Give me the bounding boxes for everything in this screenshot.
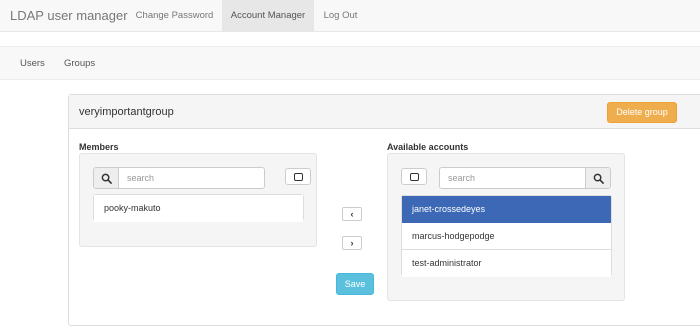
nav-account-manager[interactable]: Account Manager — [222, 0, 314, 32]
members-well: pooky-makuto — [79, 153, 317, 247]
subnav-users[interactable]: Users — [20, 47, 45, 81]
members-search-input[interactable] — [118, 167, 265, 189]
nav-log-out[interactable]: Log Out — [314, 0, 367, 32]
panel-heading: veryimportantgroup Delete group — [69, 95, 700, 129]
square-icon — [409, 172, 419, 181]
group-name: veryimportantgroup — [79, 106, 174, 118]
members-select-all-button[interactable] — [285, 168, 311, 185]
members-list: pooky-makuto — [93, 194, 304, 222]
save-button[interactable]: Save — [336, 273, 374, 295]
top-navbar: LDAP user manager Change Password Accoun… — [0, 0, 700, 32]
available-search-group — [439, 167, 611, 189]
available-accounts-label: Available accounts — [387, 142, 469, 152]
search-icon — [101, 173, 112, 184]
subnav-groups[interactable]: Groups — [64, 47, 95, 81]
move-left-button[interactable]: ‹ — [342, 207, 362, 221]
members-search-button[interactable] — [93, 167, 119, 189]
search-icon — [593, 173, 604, 184]
available-list: janet-crossedeyes marcus-hodgepodge test… — [401, 195, 612, 277]
members-label: Members — [79, 142, 119, 152]
available-search-input[interactable] — [439, 167, 586, 189]
members-search-group — [93, 167, 265, 189]
list-item[interactable]: marcus-hodgepodge — [402, 223, 611, 250]
list-item[interactable]: pooky-makuto — [94, 195, 303, 222]
nav-change-password[interactable]: Change Password — [127, 0, 222, 32]
available-search-button[interactable] — [585, 167, 611, 189]
sub-navbar: Users Groups — [0, 46, 700, 80]
move-right-button[interactable]: › — [342, 236, 362, 250]
delete-group-button[interactable]: Delete group — [607, 102, 677, 123]
list-item[interactable]: janet-crossedeyes — [402, 196, 611, 223]
app-brand[interactable]: LDAP user manager — [10, 0, 128, 32]
list-item[interactable]: test-administrator — [402, 250, 611, 277]
available-well: janet-crossedeyes marcus-hodgepodge test… — [387, 153, 625, 301]
available-select-all-button[interactable] — [401, 168, 427, 185]
square-icon — [293, 172, 303, 181]
